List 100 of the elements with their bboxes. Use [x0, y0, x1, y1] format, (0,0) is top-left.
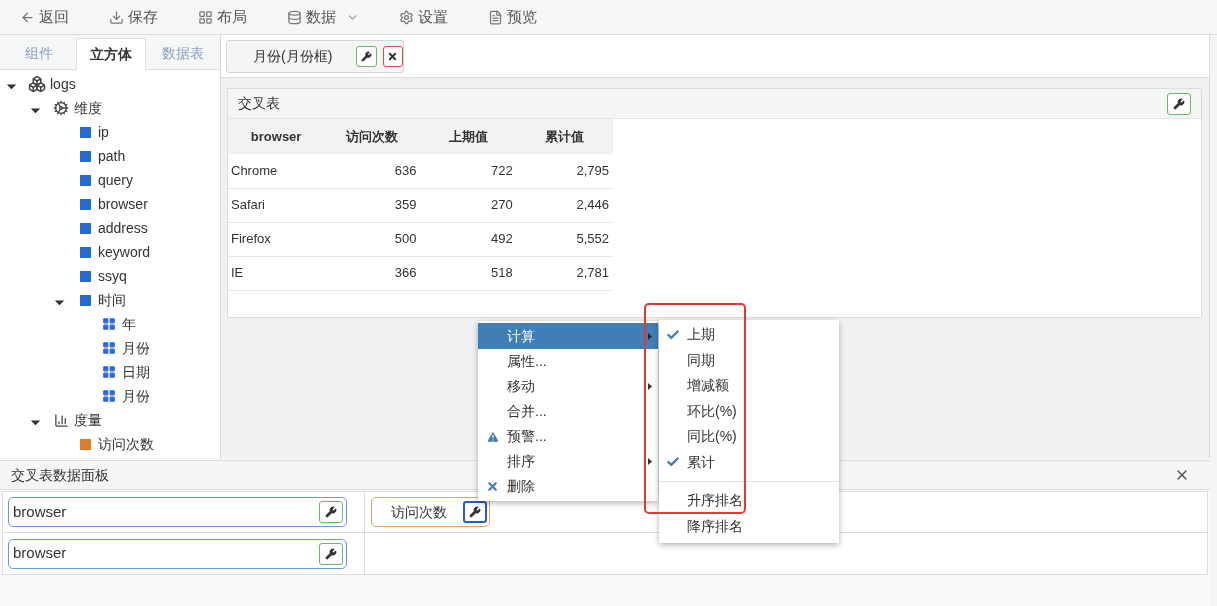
table-cell: 2,781	[516, 256, 613, 290]
menu-item[interactable]: 属性...	[478, 349, 658, 374]
panel-title: 交叉表数据面板	[11, 465, 109, 485]
menu-item[interactable]: 计算	[478, 323, 658, 349]
wrench-icon	[360, 50, 372, 62]
table-cell: IE	[228, 256, 325, 290]
toolbar-button[interactable]: 返回	[20, 5, 69, 29]
column-header: 累计值	[516, 119, 613, 154]
tree-item[interactable]: logs	[50, 73, 76, 95]
row-field[interactable]: browser	[8, 538, 347, 569]
column-header: 上期值	[420, 119, 517, 154]
tree-item[interactable]: 年	[122, 313, 136, 335]
wrench-button[interactable]	[356, 45, 377, 67]
table-cell: 492	[420, 222, 517, 256]
panel-tab[interactable]: 立方体	[76, 38, 146, 70]
table-cell: 636	[324, 154, 421, 188]
close-icon	[387, 50, 399, 62]
tree-item[interactable]: ssyq	[98, 265, 127, 287]
menu-item[interactable]: 降序排名	[659, 513, 839, 539]
toolbar-button[interactable]: 数据	[287, 5, 359, 29]
tree-item[interactable]: keyword	[98, 241, 151, 263]
table-cell: Safari	[228, 188, 325, 222]
table-cell: Chrome	[228, 154, 325, 188]
submenu-arrow-icon	[648, 383, 652, 390]
wrench-button[interactable]	[1167, 92, 1191, 115]
row-field[interactable]: browser	[8, 497, 347, 527]
tree-item[interactable]: 月份	[122, 385, 150, 407]
panel-title: 交叉表	[238, 94, 280, 113]
square-icon	[79, 174, 91, 186]
table-cell: 5,552	[516, 222, 613, 256]
tree-item[interactable]: 时间	[98, 289, 126, 311]
menu-item[interactable]: 合并...	[478, 399, 658, 424]
measure-chip[interactable]: 访问次数	[371, 497, 490, 527]
cubes-icon	[28, 75, 46, 93]
tree-item[interactable]: 度量	[74, 409, 102, 431]
wrench-button[interactable]	[319, 501, 343, 523]
grid-icon	[102, 317, 116, 331]
menu-item[interactable]: 预警...	[478, 424, 658, 449]
table-cell: Firefox	[228, 222, 325, 256]
bars-icon	[53, 412, 69, 428]
table-cell: 518	[420, 256, 517, 290]
menu-item[interactable]: 环比(%)	[659, 398, 839, 424]
table-cell: 366	[324, 256, 421, 290]
close-button[interactable]	[382, 45, 403, 67]
menu-item[interactable]: 删除	[478, 474, 658, 499]
menu-item[interactable]: 移动	[478, 374, 658, 399]
table-cell: 722	[420, 154, 517, 188]
square-icon	[79, 438, 91, 450]
submenu-arrow-icon	[648, 458, 652, 465]
wrench-icon	[1173, 97, 1185, 110]
column-header: 访问次数	[324, 119, 421, 154]
field-label: browser	[13, 543, 67, 564]
tree-item[interactable]: 维度	[74, 97, 102, 119]
filter-label: 月份(月份框)	[253, 46, 334, 66]
tree-item[interactable]: 访问次数	[98, 433, 154, 455]
wrench-button[interactable]	[463, 501, 487, 523]
document-icon	[488, 9, 503, 25]
menu-item[interactable]: 增减额	[659, 373, 839, 399]
toolbar-button[interactable]: 设置	[399, 5, 448, 29]
column-header: browser	[228, 119, 325, 154]
menu-item[interactable]: 上期	[659, 322, 839, 348]
square-icon	[79, 246, 91, 258]
grid-icon	[102, 341, 116, 355]
tree-item[interactable]: query	[98, 169, 134, 191]
toolbar-button[interactable]: 布局	[198, 5, 247, 29]
grid-icon	[102, 365, 116, 379]
toolbar-button[interactable]: 预览	[488, 5, 537, 29]
grid-icon	[102, 389, 116, 403]
table-cell: 500	[324, 222, 421, 256]
square-icon	[79, 150, 91, 162]
menu-item[interactable]: 排序	[478, 449, 658, 474]
table-cell: 2,446	[516, 188, 613, 222]
square-icon	[79, 270, 91, 282]
tree-item[interactable]: 日期	[122, 361, 150, 383]
tree-item[interactable]: ip	[98, 121, 109, 143]
database-icon	[287, 9, 302, 25]
wrench-button[interactable]	[319, 542, 343, 565]
square-icon	[79, 294, 91, 306]
square-icon	[79, 126, 91, 138]
toolbar-button[interactable]: 保存	[109, 5, 158, 29]
submenu-arrow-icon	[648, 332, 652, 340]
table-cell: 359	[324, 188, 421, 222]
wrench-icon	[325, 547, 337, 560]
menu-item[interactable]: 同比(%)	[659, 424, 839, 450]
check-icon	[666, 327, 680, 342]
delete-icon	[486, 480, 499, 493]
table-cell: 270	[420, 188, 517, 222]
tree-item[interactable]: address	[98, 217, 148, 239]
menu-item[interactable]: 同期	[659, 347, 839, 373]
square-icon	[79, 198, 91, 210]
gears-icon	[53, 100, 69, 116]
download-icon	[109, 9, 124, 25]
table-cell: 2,795	[516, 154, 613, 188]
tree-item[interactable]: path	[98, 145, 126, 167]
tree-item[interactable]: browser	[98, 193, 148, 215]
tree-item[interactable]: 月份	[122, 337, 150, 359]
field-label: 访问次数	[391, 502, 447, 522]
back-arrow-icon	[20, 9, 35, 25]
field-label: browser	[13, 501, 67, 522]
menu-item[interactable]: 累计	[659, 449, 839, 475]
